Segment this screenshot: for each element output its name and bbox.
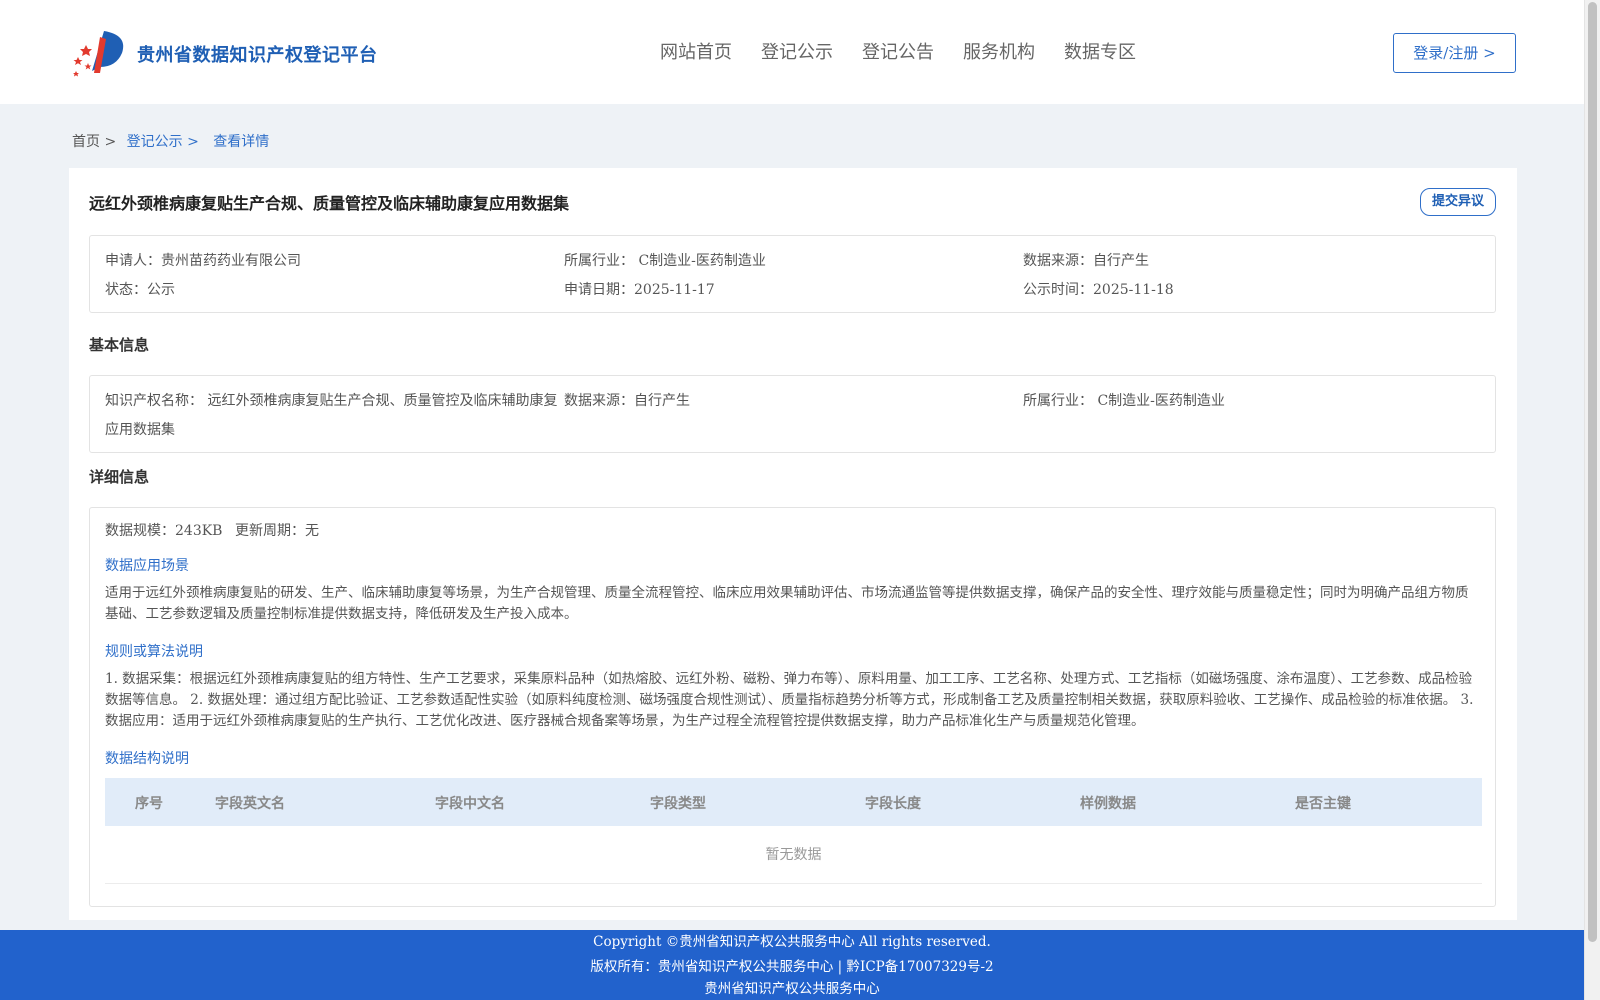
data-source: 数据来源：自行产生 xyxy=(1023,253,1149,269)
detail-info-panel: 数据规模：243KB 更新周期：无 数据应用场景 适用于远红外颈椎病康复贴的研发… xyxy=(89,507,1496,907)
nav-data-zone[interactable]: 数据专区 xyxy=(1064,38,1136,64)
rules-text: 1. 数据采集：根据远红外颈椎病康复贴的组方特性、生产工艺要求，采集原料品种（如… xyxy=(105,671,1474,729)
basic-data-source: 数据来源：自行产生 xyxy=(564,393,690,409)
scenario-title: 数据应用场景 xyxy=(105,558,189,574)
publish-date: 公示时间：2025-11-18 xyxy=(1023,282,1174,298)
nav-home[interactable]: 网站首页 xyxy=(660,38,732,64)
col-primary-key: 是否主键 xyxy=(1295,796,1351,812)
col-index: 序号 xyxy=(135,796,163,812)
breadcrumb-current: 查看详情 xyxy=(213,134,270,150)
update-cycle: 更新周期：无 xyxy=(235,523,319,539)
breadcrumb: 首页 > 登记公示 > 查看详情 xyxy=(72,131,269,151)
ip-name-continued: 应用数据集 xyxy=(105,422,175,438)
structure-title: 数据结构说明 xyxy=(105,751,189,767)
scrollbar-thumb[interactable] xyxy=(1588,2,1597,942)
industry: 所属行业： C制造业-医药制造业 xyxy=(564,253,766,269)
breadcrumb-publicity[interactable]: 登记公示 > xyxy=(127,134,199,150)
table-empty-row: 暂无数据 xyxy=(105,826,1482,884)
basic-info-title: 基本信息 xyxy=(89,336,150,354)
rules-title: 规则或算法说明 xyxy=(105,644,203,660)
footer: Copyright ©贵州省知识产权公共服务中心 All rights rese… xyxy=(0,930,1584,1000)
detail-card: 远红外颈椎病康复贴生产合规、质量管控及临床辅助康复应用数据集 提交异议 申请人：… xyxy=(69,168,1517,920)
submit-objection-button[interactable]: 提交异议 xyxy=(1420,188,1496,216)
footer-org: 贵州省知识产权公共服务中心 xyxy=(704,981,880,997)
footer-owner[interactable]: 版权所有：贵州省知识产权公共服务中心 | 黔ICP备17007329号-2 xyxy=(0,955,1584,975)
col-field-type: 字段类型 xyxy=(650,796,706,812)
structure-table-header: 序号 字段英文名 字段中文名 字段类型 字段长度 样例数据 是否主键 xyxy=(105,778,1482,826)
footer-copyright: Copyright ©贵州省知识产权公共服务中心 All rights rese… xyxy=(593,934,991,950)
nav-service-agencies[interactable]: 服务机构 xyxy=(963,38,1035,64)
vertical-scrollbar[interactable] xyxy=(1584,0,1600,1000)
login-register-button[interactable]: 登录/注册 > xyxy=(1393,33,1516,73)
col-english-name: 字段英文名 xyxy=(215,796,285,812)
platform-logo[interactable] xyxy=(70,27,130,79)
data-scale: 数据规模：243KB xyxy=(105,523,223,539)
ip-name: 知识产权名称： 远红外颈椎病康复贴生产合规、质量管控及临床辅助康复 xyxy=(105,393,558,409)
basic-info-panel: 知识产权名称： 远红外颈椎病康复贴生产合规、质量管控及临床辅助康复 应用数据集 … xyxy=(89,375,1496,453)
site-title[interactable]: 贵州省数据知识产权登记平台 xyxy=(137,41,378,67)
scenario-text: 适用于远红外颈椎病康复贴的研发、生产、临床辅助康复等场景，为生产合规管理、质量全… xyxy=(105,585,1469,622)
apply-date: 申请日期：2025-11-17 xyxy=(564,282,715,298)
nav-registration-publicity[interactable]: 登记公示 xyxy=(761,38,833,64)
empty-text: 暂无数据 xyxy=(765,847,822,863)
top-header: 贵州省数据知识产权登记平台 网站首页 登记公示 登记公告 服务机构 数据专区 登… xyxy=(0,0,1584,104)
applicant: 申请人：贵州苗药药业有限公司 xyxy=(105,253,301,269)
summary-panel: 申请人：贵州苗药药业有限公司 所属行业： C制造业-医药制造业 数据来源：自行产… xyxy=(89,235,1496,313)
col-field-length: 字段长度 xyxy=(865,796,921,812)
main-nav: 网站首页 登记公示 登记公告 服务机构 数据专区 xyxy=(660,38,1165,64)
status: 状态：公示 xyxy=(105,282,175,298)
record-title: 远红外颈椎病康复贴生产合规、质量管控及临床辅助康复应用数据集 xyxy=(89,194,570,213)
col-chinese-name: 字段中文名 xyxy=(435,796,505,812)
basic-industry: 所属行业： C制造业-医药制造业 xyxy=(1023,393,1225,409)
breadcrumb-home[interactable]: 首页 > xyxy=(72,134,116,150)
col-sample-data: 样例数据 xyxy=(1080,796,1136,812)
nav-registration-announcement[interactable]: 登记公告 xyxy=(862,38,934,64)
detail-info-title: 详细信息 xyxy=(89,468,150,486)
